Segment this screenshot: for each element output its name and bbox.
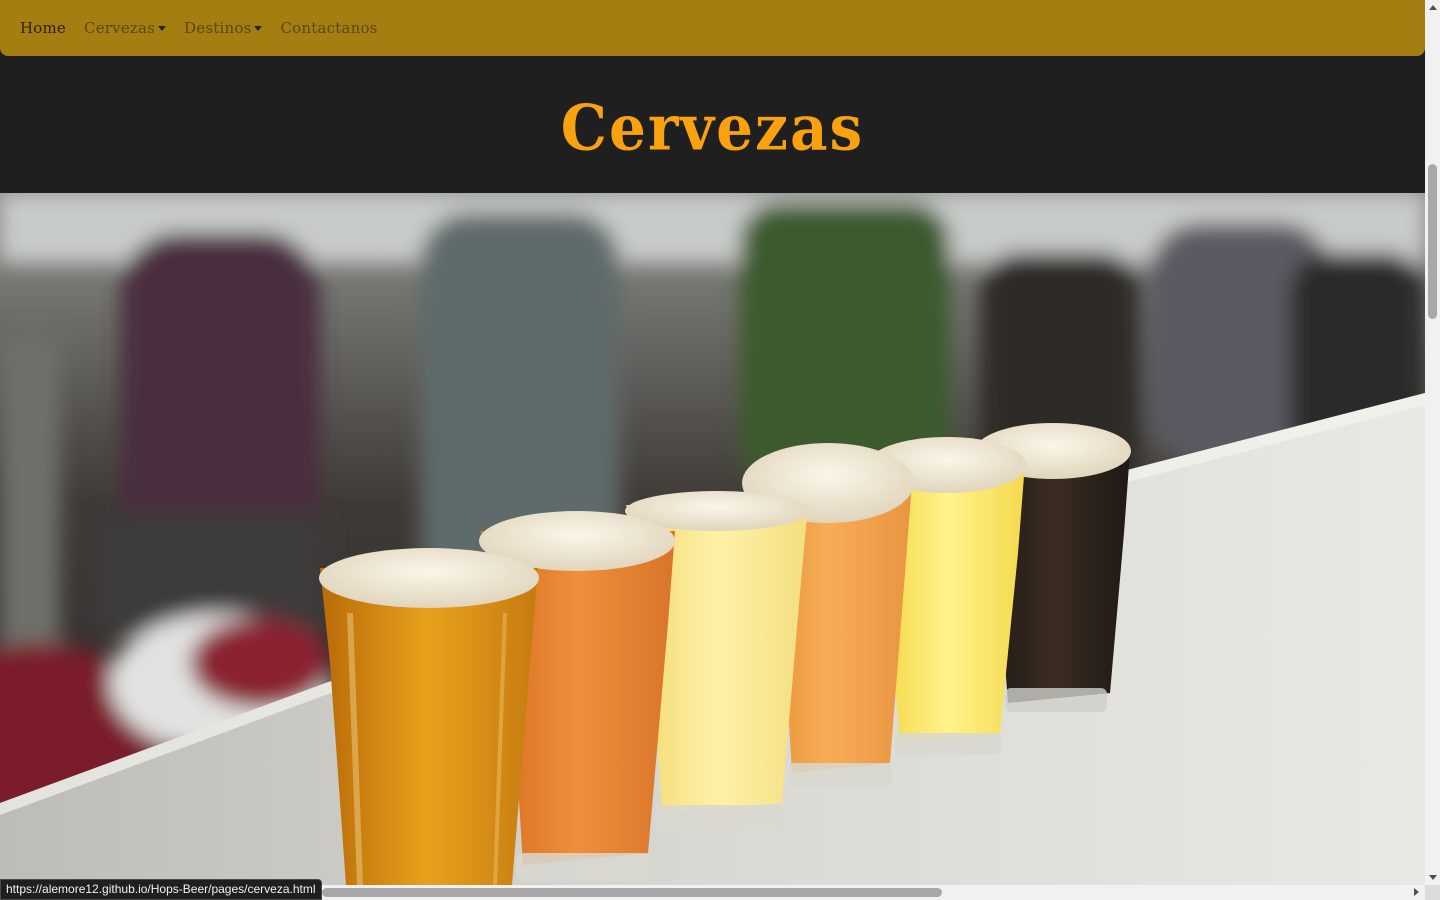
nav-cervezas-label: Cervezas (84, 19, 156, 37)
nav-contactanos-link[interactable]: Contactanos (280, 19, 377, 37)
scroll-down-arrow-icon[interactable] (1429, 875, 1437, 880)
top-navbar: Home Cervezas Destinos Contactanos (0, 0, 1425, 56)
scroll-right-arrow-icon[interactable] (1414, 888, 1419, 896)
hero-header: Cervezas (0, 56, 1425, 193)
nav-destinos-dropdown[interactable]: Destinos (184, 19, 263, 37)
nav-home-link[interactable]: Home (20, 19, 66, 37)
scroll-up-arrow-icon[interactable] (1429, 5, 1437, 10)
page-viewport: Home Cervezas Destinos Contactanos Cerve… (0, 0, 1425, 885)
nav-cervezas-dropdown[interactable]: Cervezas (84, 19, 167, 37)
status-bar-url: https://alemore12.github.io/Hops-Beer/pa… (0, 879, 322, 900)
nav-destinos-label: Destinos (184, 19, 252, 37)
caret-down-icon (254, 26, 263, 31)
scrollbar-corner (1425, 885, 1440, 900)
nav-contactanos-label: Contactanos (280, 19, 378, 37)
vertical-scroll-thumb[interactable] (1428, 164, 1437, 319)
horizontal-scroll-thumb[interactable] (322, 888, 942, 897)
vertical-scrollbar[interactable] (1425, 0, 1440, 885)
caret-down-icon (158, 26, 167, 31)
nav-home-label: Home (20, 19, 67, 37)
beer-glasses-photo (0, 193, 1425, 885)
beer-glass-golden-ale (319, 548, 539, 885)
beer-photo-illustration (0, 193, 1425, 885)
page-title: Cervezas (560, 90, 865, 165)
